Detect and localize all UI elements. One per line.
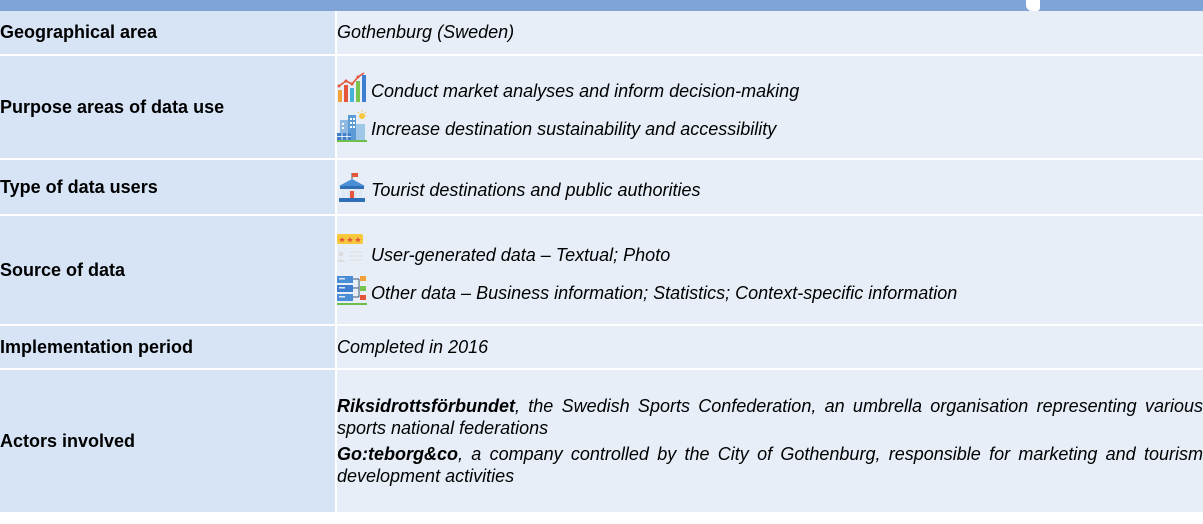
row-label-implementation-period: Implementation period bbox=[0, 325, 337, 370]
purpose-item-text: Increase destination sustainability and … bbox=[371, 119, 777, 139]
table-row: Implementation period Completed in 2016 bbox=[0, 325, 1203, 370]
row-label-actors-involved: Actors involved bbox=[0, 369, 337, 514]
source-item-text: User-generated data – Textual; Photo bbox=[371, 245, 671, 265]
row-label-source-of-data: Source of data bbox=[0, 215, 337, 326]
row-label-purpose-areas: Purpose areas of data use bbox=[0, 55, 337, 160]
database-network-icon bbox=[337, 274, 367, 306]
actor-entry: Go:teborg&co, a company controlled by th… bbox=[337, 443, 1203, 487]
list-item: Other data – Business information; Stati… bbox=[337, 274, 1203, 306]
actor-name: Riksidrottsförbundet bbox=[337, 396, 515, 416]
purpose-item-text: Conduct market analyses and inform decis… bbox=[371, 81, 800, 101]
table-row: Type of data users Tourist destinations … bbox=[0, 159, 1203, 216]
actor-name: Go:teborg&co bbox=[337, 444, 458, 464]
sustainable-city-icon bbox=[337, 110, 367, 142]
info-table: Geographical area Gothenburg (Sweden) Pu… bbox=[0, 11, 1203, 514]
user-review-icon bbox=[337, 234, 367, 268]
source-item-text: Other data – Business information; Stati… bbox=[371, 283, 958, 303]
row-value-implementation-period: Completed in 2016 bbox=[336, 325, 1203, 370]
list-item: Conduct market analyses and inform decis… bbox=[337, 72, 1203, 104]
table-row: Source of data User-generated data – Tex… bbox=[0, 215, 1203, 326]
list-item: User-generated data – Textual; Photo bbox=[337, 234, 1203, 268]
actor-entry: Riksidrottsförbundet, the Swedish Sports… bbox=[337, 395, 1203, 439]
logo-fragment bbox=[1026, 0, 1040, 11]
header-bar bbox=[0, 0, 1203, 11]
list-item: Increase destination sustainability and … bbox=[337, 110, 1203, 142]
bar-chart-icon bbox=[337, 72, 367, 104]
list-item: Tourist destinations and public authorit… bbox=[337, 171, 1203, 203]
table-row: Actors involved Riksidrottsförbundet, th… bbox=[0, 369, 1203, 514]
row-label-type-of-data-users: Type of data users bbox=[0, 159, 337, 216]
users-item-text: Tourist destinations and public authorit… bbox=[371, 180, 701, 200]
table-row: Geographical area Gothenburg (Sweden) bbox=[0, 11, 1203, 56]
row-value-geographical-area: Gothenburg (Sweden) bbox=[336, 11, 1203, 56]
actor-description: , a company controlled by the City of Go… bbox=[337, 444, 1203, 486]
public-building-icon bbox=[337, 171, 367, 203]
table-row: Purpose areas of data use Conduct market… bbox=[0, 55, 1203, 160]
row-label-geographical-area: Geographical area bbox=[0, 11, 337, 56]
